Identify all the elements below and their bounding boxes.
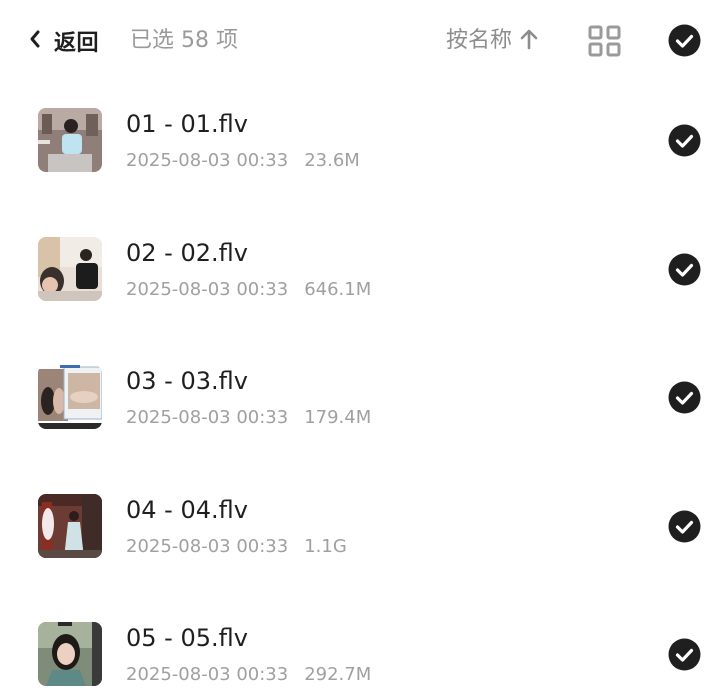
file-meta: 2025-08-03 00:33 23.6M — [126, 148, 360, 174]
file-list: 01 - 01.flv 2025-08-03 00:33 23.6M 02 - … — [0, 82, 712, 699]
file-name: 05 - 05.flv — [126, 624, 248, 652]
selected-count: 已选 58 项 — [130, 28, 238, 53]
file-meta: 2025-08-03 00:33 292.7M — [126, 662, 371, 688]
check-circle-icon — [668, 638, 701, 675]
row-checkbox[interactable] — [668, 510, 701, 543]
file-row[interactable]: 02 - 02.flv 2025-08-03 00:33 646.1M — [0, 211, 712, 340]
grid-view-icon — [588, 25, 622, 61]
selection-toolbar: 返回 已选 58 项 按名称 — [0, 0, 712, 82]
video-thumbnail — [38, 236, 102, 301]
file-size: 646.1M — [304, 278, 372, 300]
grid-view-button[interactable] — [588, 25, 622, 57]
file-meta: 2025-08-03 00:33 179.4M — [126, 405, 371, 431]
file-size: 23.6M — [304, 150, 360, 171]
file-date: 2025-08-03 00:33 — [126, 150, 289, 171]
row-checkbox[interactable] — [668, 381, 701, 414]
video-thumbnail — [38, 493, 102, 558]
check-circle-icon — [668, 381, 701, 418]
file-date: 2025-08-03 00:33 — [126, 664, 289, 685]
row-checkbox[interactable] — [668, 124, 701, 157]
check-circle-icon — [668, 124, 701, 161]
row-checkbox[interactable] — [668, 638, 701, 671]
file-date: 2025-08-03 00:33 — [126, 278, 289, 300]
file-date: 2025-08-03 00:33 — [126, 407, 289, 428]
video-thumbnail — [38, 365, 102, 429]
file-name: 02 - 02.flv — [126, 238, 248, 267]
file-date: 2025-08-03 00:33 — [126, 535, 289, 557]
file-size: 1.1G — [304, 535, 347, 557]
check-circle-icon — [668, 510, 701, 547]
check-circle-icon — [668, 24, 701, 61]
file-meta: 2025-08-03 00:33 646.1M — [126, 277, 371, 303]
row-checkbox[interactable] — [668, 253, 701, 286]
file-meta: 2025-08-03 00:33 1.1G — [126, 534, 347, 560]
file-size: 292.7M — [304, 664, 372, 685]
video-thumbnail — [38, 108, 102, 172]
file-row[interactable]: 04 - 04.flv 2025-08-03 00:33 1.1G — [0, 468, 712, 597]
check-circle-icon — [668, 253, 701, 290]
file-name: 01 - 01.flv — [126, 110, 248, 138]
select-all-checkbox[interactable] — [668, 24, 701, 57]
back-button[interactable]: 返回 — [28, 26, 99, 56]
sort-label: 按名称 — [446, 28, 513, 53]
file-name: 04 - 04.flv — [126, 495, 248, 524]
chevron-left-icon — [28, 29, 54, 53]
file-selection-page: 返回 已选 58 项 按名称 01 - 01.flv 2025-08-03 00… — [0, 0, 712, 699]
file-row[interactable]: 05 - 05.flv 2025-08-03 00:33 292.7M — [0, 596, 712, 699]
back-label: 返回 — [54, 31, 100, 56]
file-row[interactable]: 03 - 03.flv 2025-08-03 00:33 179.4M — [0, 339, 712, 468]
file-row[interactable]: 01 - 01.flv 2025-08-03 00:33 23.6M — [0, 82, 712, 211]
sort-button[interactable]: 按名称 — [446, 26, 538, 56]
file-size: 179.4M — [304, 407, 372, 428]
arrow-up-icon — [512, 28, 538, 54]
video-thumbnail — [38, 622, 102, 686]
file-name: 03 - 03.flv — [126, 367, 248, 395]
